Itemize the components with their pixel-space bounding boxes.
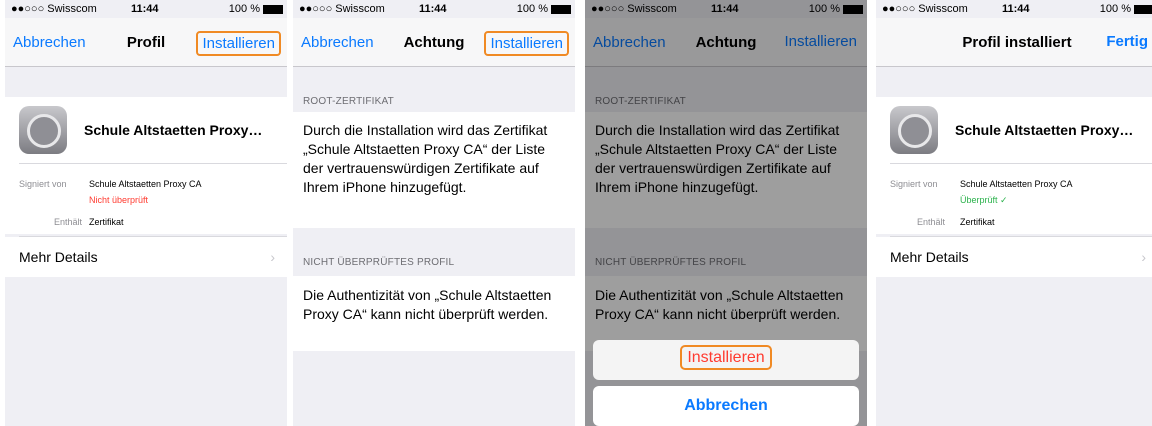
chevron-right-icon: › <box>1141 249 1146 265</box>
contains-value: Zertifikat <box>960 217 995 227</box>
more-details-label[interactable]: Mehr Details <box>890 249 969 265</box>
action-sheet-cancel: Abbrechen <box>593 386 859 426</box>
signed-by-label: Signiert von <box>19 179 67 189</box>
profile-name: Schule Altstaetten Proxy… <box>955 122 1134 138</box>
chevron-right-icon: › <box>270 249 275 265</box>
signed-by-value: Schule Altstaetten Proxy CA <box>960 179 1073 189</box>
battery-icon <box>551 4 571 14</box>
contains-label: Enthält <box>917 217 946 227</box>
battery-indicator: 100 % <box>517 3 571 15</box>
section-header-unverified: NICHT ÜBERPRÜFTES PROFIL <box>303 257 455 268</box>
sheet-cancel-button[interactable]: Abbrechen <box>593 397 859 415</box>
status-time: 11:44 <box>1002 3 1030 15</box>
section-header-root-cert: ROOT-ZERTIFIKAT <box>303 96 394 107</box>
status-bar: ●●○○○ Swisscom 11:44 100 % <box>293 0 575 18</box>
signed-by-value: Schule Altstaetten Proxy CA <box>89 179 202 189</box>
battery-icon <box>1134 4 1152 14</box>
screen-profile-installed: ●●○○○ Swisscom 11:44 100 % Profil instal… <box>876 0 1152 426</box>
screen-warning: ●●○○○ Swisscom 11:44 100 % Abbrechen Ach… <box>293 0 575 426</box>
contains-label: Enthält <box>54 217 83 227</box>
battery-icon <box>263 4 283 14</box>
carrier-label: ●●○○○ Swisscom <box>299 3 385 15</box>
divider <box>19 163 287 164</box>
status-bar: ●●○○○ Swisscom 11:44 100 % <box>876 0 1152 18</box>
verification-status: Nicht überprüft <box>89 195 149 205</box>
status-time: 11:44 <box>419 3 447 15</box>
install-button[interactable]: Installieren <box>484 31 569 56</box>
battery-text: 100 % <box>1099 3 1131 15</box>
sheet-install-button[interactable]: Installieren <box>593 345 859 370</box>
install-button[interactable]: Installieren <box>196 31 281 56</box>
more-details-label[interactable]: Mehr Details <box>19 249 98 265</box>
action-sheet: Installieren <box>593 340 859 380</box>
screenshot-strip: ●●○○○ Swisscom 11:44 100 % Abbrechen Pro… <box>0 0 1152 426</box>
navigation-bar: Abbrechen Achtung Installieren <box>293 18 575 67</box>
carrier-label: ●●○○○ Swisscom <box>882 3 968 15</box>
contains-value: Zertifikat <box>89 217 124 227</box>
profile-name: Schule Altstaetten Proxy… <box>84 122 263 138</box>
unverified-text: Die Authentizität von „Schule Altstaette… <box>303 287 552 322</box>
status-time: 11:44 <box>131 3 159 15</box>
status-bar: ●●○○○ Swisscom 11:44 100 % <box>5 0 287 18</box>
navigation-bar: Profil installiert Fertig <box>876 18 1152 67</box>
battery-text: 100 % <box>516 3 548 15</box>
signed-by-label: Signiert von <box>890 179 938 189</box>
screen-confirm-sheet: ●●○○○ Swisscom 11:44 100 % Abbrechen Ach… <box>585 0 867 426</box>
navigation-bar: Abbrechen Profil Installieren <box>5 18 287 67</box>
divider <box>890 163 1152 164</box>
battery-indicator: 100 % <box>1100 3 1152 15</box>
battery-text: 100 % <box>228 3 260 15</box>
settings-gear-icon <box>890 106 938 154</box>
sheet-install-label[interactable]: Installieren <box>680 345 772 370</box>
settings-gear-icon <box>19 106 67 154</box>
screen-profile: ●●○○○ Swisscom 11:44 100 % Abbrechen Pro… <box>5 0 287 426</box>
battery-indicator: 100 % <box>229 3 283 15</box>
done-button[interactable]: Fertig <box>1102 31 1152 52</box>
carrier-label: ●●○○○ Swisscom <box>11 3 97 15</box>
verification-status: Überprüft ✓ <box>960 195 1008 205</box>
root-cert-text: Durch die Installation wird das Zertifik… <box>303 122 548 195</box>
